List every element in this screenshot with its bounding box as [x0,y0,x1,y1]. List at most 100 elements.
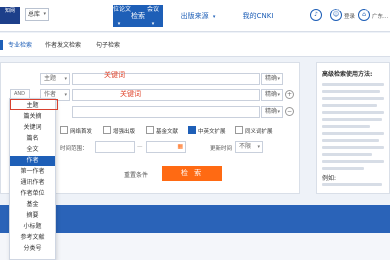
dropdown-item-abstract[interactable]: 摘要 [10,211,55,221]
tab-sentence-search[interactable]: 句子检索 [96,39,120,53]
chevron-down-icon: ▾ [277,92,280,98]
checkbox-box [146,126,154,134]
checkbox-box-checked [188,126,196,134]
help-text-line [322,139,379,142]
update-time-value: 不限 [239,143,252,150]
database-select[interactable]: 总库 ▾ [25,8,49,21]
category-standards[interactable]: 标准 ▾ [320,0,350,28]
checkbox-online-first[interactable]: 网络首发 [60,126,92,135]
checkbox-label: 增强出版 [113,129,136,135]
chevron-down-icon: ▾ [333,21,337,27]
field-select-1[interactable]: 主题 ▾ [40,73,70,85]
search-input-1[interactable] [72,73,260,85]
match-select-3-value: 精确 [265,108,278,115]
category-label: 专利 [292,6,305,13]
match-select-1[interactable]: 精确 ▾ [261,73,283,85]
category-conference[interactable]: 会议 ▾ [138,0,168,28]
category-patents[interactable]: 专利 ▾ [284,0,314,28]
chevron-down-icon: ▾ [117,21,121,27]
checkbox-synonym-expand[interactable]: 同义词扩展 [235,126,273,135]
match-select-2[interactable]: 精确 ▾ [261,89,283,101]
search-button[interactable]: 检 索 [162,166,222,181]
update-time-select[interactable]: 不限 ▾ [235,141,263,153]
field-dropdown-menu: 主题 篇关摘 关键词 篇名 全文 作者 第一作者 通讯作者 作者单位 基金 摘要… [9,98,56,260]
help-text-line [322,97,384,100]
active-rail [0,40,3,50]
category-label: 会议 [146,6,159,13]
chevron-down-icon: ▾ [79,21,83,27]
checkbox-cn-en-expand[interactable]: 中英文扩展 [188,126,226,135]
help-text-line [322,83,384,86]
category-yearbooks[interactable]: 年鉴 ▾ [212,0,242,28]
chevron-down-icon: ▾ [277,76,280,82]
dropdown-item-subheading[interactable]: 小标题 [10,222,55,232]
chevron-down-icon: ▾ [261,21,265,27]
dropdown-item-corresponding-author[interactable]: 通讯作者 [10,178,55,188]
category-label: 报纸 [184,6,197,13]
content-below [0,233,390,260]
logic-select-value: AND [14,91,26,97]
match-select-1-value: 精确 [265,75,278,82]
help-title: 高级检索使用方法: [322,71,373,78]
checkbox-box [60,126,68,134]
highlight-box [10,99,58,110]
help-text-line [322,125,370,128]
category-label: 成果 [364,6,377,13]
help-example-label: 例如: [322,175,337,182]
date-start-input[interactable] [95,141,135,153]
category-books[interactable]: 图书 ▾ [248,0,278,28]
chevron-down-icon: ▾ [225,21,229,27]
category-achievements[interactable]: 成果 [356,0,386,28]
checkbox-enhanced[interactable]: 增强出版 [103,126,135,135]
field-select-1-value: 主题 [44,75,57,82]
category-label: 学位论文 [106,6,131,13]
time-range-label: 时间范围： [60,146,88,152]
search-input-2[interactable] [72,89,260,101]
category-theses[interactable]: 学位论文 ▾ [100,0,138,28]
checkbox-fund[interactable]: 基金文献 [146,126,178,135]
date-end-input[interactable]: ▦ [146,141,186,153]
chevron-down-icon: ▾ [64,76,67,82]
chevron-down-icon: ▾ [151,21,155,27]
checkbox-label: 网络首发 [70,129,93,135]
annotation-keyword-2: 关键词 [120,90,141,98]
help-text-line [322,160,384,163]
annotation-keyword-1: 关键词 [104,71,125,79]
dropdown-item-references[interactable]: 参考文献 [10,233,55,243]
chevron-down-icon: ▾ [43,11,46,17]
category-journals[interactable]: 学术期刊 ▾ [62,0,100,28]
cnki-logo[interactable]: 知网 [0,7,20,24]
dropdown-item-first-author[interactable]: 第一作者 [10,167,55,177]
calendar-icon[interactable]: ▦ [177,143,183,150]
dropdown-item-classification[interactable]: 分类号 [10,244,55,254]
dropdown-item-title-keyword-abstract[interactable]: 篇关摘 [10,112,55,122]
category-label: 学术期刊 [68,6,93,13]
search-mode-tabs: 专业检索 作者发文检索 句子检索 [0,33,390,57]
tab-author-search[interactable]: 作者发文检索 [45,39,81,53]
tab-professional-search[interactable]: 专业检索 [8,39,32,53]
dropdown-item-affiliation[interactable]: 作者单位 [10,189,55,199]
dropdown-item-fund[interactable]: 基金 [10,200,55,210]
add-row-icon[interactable]: + [285,90,294,99]
checkbox-label: 同义词扩展 [245,129,273,135]
category-newspapers[interactable]: 报纸 [176,0,206,28]
reset-conditions-link[interactable]: 重置条件 [124,170,148,179]
help-panel: 高级检索使用方法: 例如: [316,62,390,194]
category-label: 年鉴 [220,6,233,13]
checkbox-box [103,126,111,134]
search-input-3[interactable] [72,106,260,118]
help-text-line [322,132,384,135]
remove-row-icon[interactable]: − [285,107,294,116]
help-text-line [322,90,380,93]
dropdown-item-title[interactable]: 篇名 [10,134,55,144]
checkbox-label: 基金文献 [156,129,179,135]
match-select-3[interactable]: 精确 ▾ [261,106,283,118]
help-text-line [322,153,372,156]
dropdown-item-author[interactable]: 作者 [10,156,55,166]
chevron-down-icon: ▾ [277,109,280,115]
checkbox-label: 中英文扩展 [198,129,226,135]
dropdown-item-keyword[interactable]: 关键词 [10,123,55,133]
field-select-2-value: 作者 [44,91,57,98]
dropdown-item-full-text[interactable]: 全文 [10,145,55,155]
checkbox-box [235,126,243,134]
